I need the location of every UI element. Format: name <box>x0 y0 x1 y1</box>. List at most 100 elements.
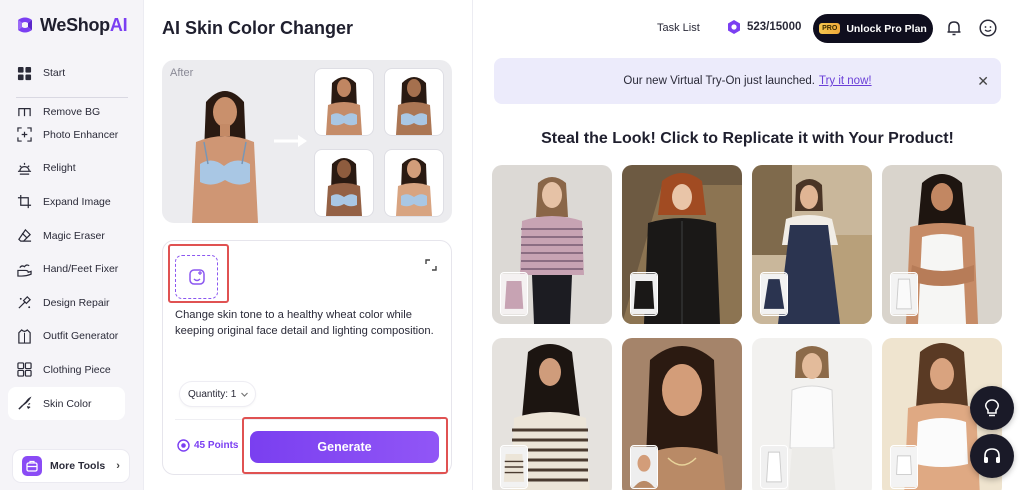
points-icon <box>177 439 190 452</box>
pro-badge: PRO <box>819 23 841 34</box>
top-bar: Task List 523/15000 PRO Unlock Pro Plan <box>473 0 1024 56</box>
sidebar-item-label: Start <box>43 67 66 79</box>
more-tools-button[interactable]: More Tools › <box>12 449 130 483</box>
gallery-item[interactable] <box>752 165 872 324</box>
sidebar-item-label: Photo Enhancer <box>43 128 119 141</box>
look-gallery <box>492 165 1004 490</box>
gallery-item[interactable] <box>882 165 1002 324</box>
product-thumbnail <box>890 272 918 316</box>
sidebar-item-magic-eraser[interactable]: Magic Eraser <box>8 219 136 253</box>
sidebar-item-label: Relight <box>43 162 76 175</box>
close-icon[interactable]: ✕ <box>977 73 989 90</box>
lightbulb-icon <box>985 399 999 417</box>
points-cost: 45 Points <box>177 439 238 452</box>
hand-icon <box>16 261 32 277</box>
result-thumbnail <box>314 149 374 217</box>
try-it-now-link[interactable]: Try it now! <box>819 75 872 87</box>
credits-value: 523/15000 <box>747 21 802 33</box>
user-avatar-icon[interactable] <box>979 19 997 37</box>
unlock-pro-button[interactable]: PRO Unlock Pro Plan <box>813 14 933 43</box>
eraser-icon <box>16 228 32 244</box>
result-thumbnail <box>384 149 444 217</box>
points-value: 45 Points <box>194 440 239 451</box>
scissors-icon <box>16 102 32 118</box>
sidebar-item-label: Magic Eraser <box>43 229 105 242</box>
sidebar-item-expand-image[interactable]: Expand Image <box>8 185 136 219</box>
upload-image-button[interactable] <box>175 255 218 299</box>
sidebar-item-design-repair[interactable]: Design Repair <box>8 286 136 320</box>
sidebar-item-label: Expand Image <box>43 195 111 208</box>
credits-counter[interactable]: 523/15000 <box>726 19 801 35</box>
arrow-right-icon <box>274 135 307 147</box>
chevron-right-icon: › <box>116 460 120 472</box>
sidebar-divider <box>16 97 128 98</box>
announcement-banner: Our new Virtual Try-On just launched. Tr… <box>494 58 1001 104</box>
sun-icon <box>16 160 32 176</box>
quantity-select[interactable]: Quantity: 1 <box>179 381 257 407</box>
after-label: After <box>170 67 194 79</box>
sidebar-item-label: Remove BG <box>43 106 101 118</box>
generate-button[interactable]: Generate <box>250 431 439 463</box>
sidebar-item-relight[interactable]: Relight <box>8 152 136 186</box>
support-button[interactable] <box>970 434 1014 478</box>
result-thumbnails <box>314 68 444 218</box>
divider <box>175 419 441 420</box>
grid-icon <box>16 65 32 81</box>
brand-name: WeShopAI <box>40 14 128 35</box>
bell-icon[interactable] <box>945 19 963 37</box>
image-upload-icon <box>188 269 205 285</box>
outfit-icon <box>16 328 32 344</box>
toolbox-icon <box>22 456 42 476</box>
sidebar-item-label: Skin Color <box>43 397 92 410</box>
gallery-item[interactable] <box>622 165 742 324</box>
clothing-icon <box>16 362 32 378</box>
product-thumbnail <box>890 445 918 489</box>
sidebar-item-hand-feet-fixer[interactable]: Hand/Feet Fixer <box>8 252 136 286</box>
sidebar-item-outfit-generator[interactable]: Outfit Generator <box>8 320 136 354</box>
weshop-logo-icon <box>18 17 32 33</box>
unlock-pro-label: Unlock Pro Plan <box>846 22 927 35</box>
quantity-label: Quantity: 1 <box>188 388 237 400</box>
product-thumbnail <box>760 445 788 489</box>
sidebar-item-skin-color[interactable]: Skin Color <box>8 386 125 421</box>
headset-icon <box>984 448 1000 463</box>
result-thumbnail <box>384 68 444 136</box>
sidebar-item-label: Design Repair <box>43 296 110 309</box>
sidebar-item-start[interactable]: Start <box>8 58 136 88</box>
sidebar-item-label: Hand/Feet Fixer <box>43 263 119 276</box>
enhance-icon <box>16 127 32 143</box>
tips-button[interactable] <box>970 386 1014 430</box>
product-thumbnail <box>630 445 658 489</box>
sidebar-item-remove-bg[interactable]: Remove BG <box>8 96 136 118</box>
gallery-item[interactable] <box>492 338 612 490</box>
model-image <box>192 91 258 223</box>
example-preview: After <box>162 60 452 223</box>
sidebar-item-label: Clothing Piece <box>43 363 111 376</box>
skin-icon <box>16 396 32 412</box>
product-thumbnail <box>760 272 788 316</box>
sidebar: WeShopAI Start Remove BG Photo Enhancer … <box>0 0 144 490</box>
banner-text: Our new Virtual Try-On just launched. <box>623 75 815 87</box>
more-tools-label: More Tools <box>50 460 106 472</box>
gallery-item[interactable] <box>752 338 872 490</box>
page-title: AI Skin Color Changer <box>162 18 354 38</box>
credits-icon <box>728 20 740 34</box>
tool-panel: AI Skin Color Changer After Change skin … <box>144 0 473 490</box>
chevron-down-icon <box>241 392 249 397</box>
prompt-text[interactable]: Change skin tone to a healthy wheat colo… <box>175 307 437 339</box>
product-thumbnail <box>500 272 528 316</box>
gallery-title: Steal the Look! Click to Replicate it wi… <box>541 130 954 147</box>
expand-icon[interactable] <box>425 259 437 271</box>
repair-icon <box>16 295 32 311</box>
result-thumbnail <box>314 68 374 136</box>
sidebar-item-label: Outfit Generator <box>43 330 119 343</box>
gallery-item[interactable] <box>492 165 612 324</box>
sidebar-item-photo-enhancer[interactable]: Photo Enhancer <box>8 118 136 152</box>
logo[interactable]: WeShopAI <box>14 14 128 36</box>
sidebar-nav: Start Remove BG Photo Enhancer Relight E… <box>8 58 136 421</box>
gallery-item[interactable] <box>622 338 742 490</box>
task-list-link[interactable]: Task List <box>657 22 700 34</box>
product-thumbnail <box>630 272 658 316</box>
sidebar-item-clothing-piece[interactable]: Clothing Piece <box>8 353 136 387</box>
product-thumbnail <box>500 445 528 489</box>
